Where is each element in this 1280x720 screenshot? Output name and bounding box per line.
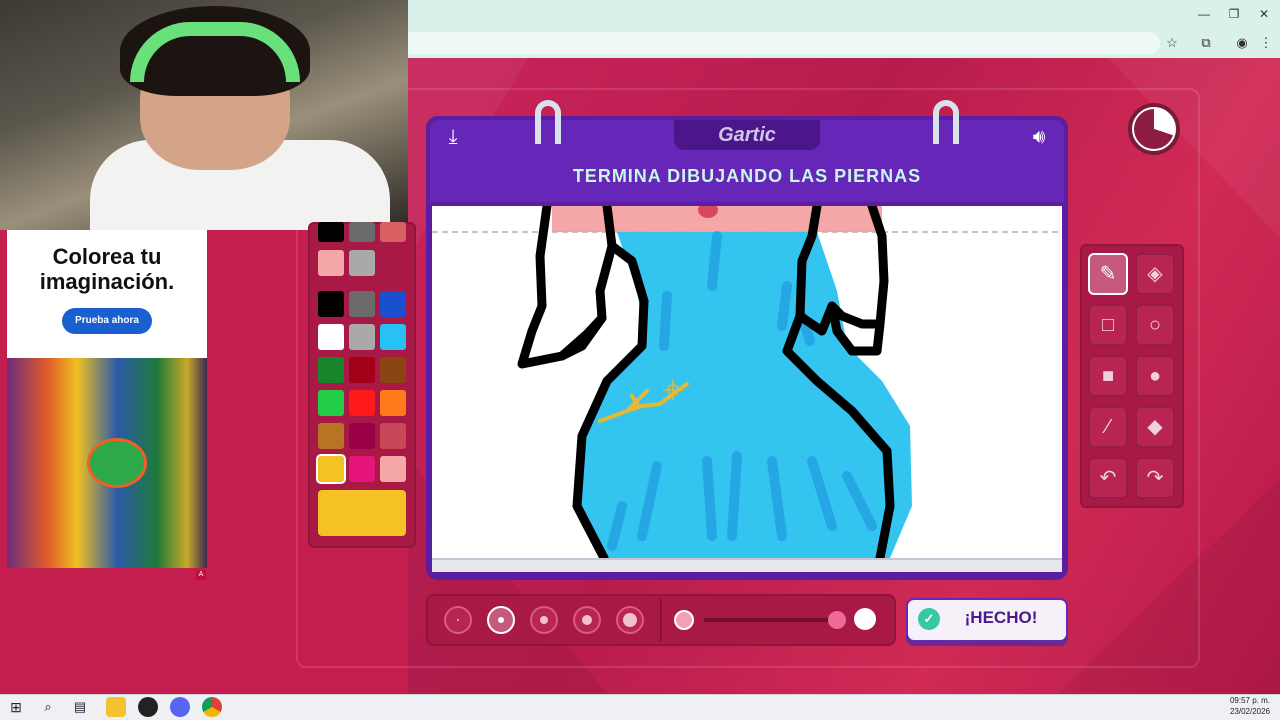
- panel-divider: [660, 598, 662, 642]
- color-swatch[interactable]: [318, 357, 344, 383]
- brush-size-dot: [457, 619, 459, 621]
- rectangle-fill-tool[interactable]: ■: [1088, 355, 1128, 397]
- search-icon[interactable]: ⌕: [38, 697, 58, 717]
- color-swatch[interactable]: [318, 222, 344, 242]
- drawing-strokes: [432, 206, 1062, 558]
- pencil-tool[interactable]: ✎: [1088, 253, 1128, 295]
- gartic-logo: Gartic: [674, 120, 820, 150]
- kebab-menu-icon[interactable]: ⋮: [1256, 34, 1276, 52]
- frog-image: [87, 438, 147, 488]
- browser-tabstrip: [408, 0, 1280, 30]
- timer-progress: [1134, 109, 1174, 149]
- color-swatch[interactable]: [380, 423, 406, 449]
- opacity-slider-handle[interactable]: [828, 611, 846, 629]
- drawing-canvas[interactable]: [432, 206, 1062, 558]
- ad-choices-badge[interactable]: A: [196, 570, 206, 580]
- check-icon: ✓: [918, 608, 940, 630]
- color-swatch[interactable]: [318, 291, 344, 317]
- color-swatch[interactable]: [380, 291, 406, 317]
- color-swatch[interactable]: [349, 456, 375, 482]
- windows-taskbar: [0, 694, 1280, 720]
- ad-cta-button[interactable]: Prueba ahora: [62, 308, 152, 334]
- brush-size-dot: [540, 616, 548, 624]
- color-swatch[interactable]: [316, 454, 346, 484]
- brush-size-dot: [582, 615, 592, 625]
- minimize-button[interactable]: —: [1194, 6, 1214, 22]
- color-swatch[interactable]: [349, 222, 375, 242]
- color-swatch[interactable]: [349, 324, 375, 350]
- brush-size-button[interactable]: [616, 606, 644, 634]
- clock-time: 09:57 p. m.: [1229, 696, 1271, 705]
- fill-bucket-tool[interactable]: ◆: [1135, 406, 1175, 448]
- chrome-icon[interactable]: [202, 697, 222, 717]
- brush-size-button[interactable]: [487, 606, 515, 634]
- brush-size-button[interactable]: [444, 606, 472, 634]
- ad-image[interactable]: [7, 358, 207, 568]
- opacity-slider[interactable]: [704, 618, 840, 622]
- clock-date: 23/02/2026: [1229, 707, 1271, 716]
- ad-banner[interactable]: Colorea tu imaginación. Prueba ahora: [7, 230, 207, 568]
- drawing-task: TERMINA DIBUJANDO LAS PIERNAS: [572, 166, 922, 186]
- color-swatch[interactable]: [349, 390, 375, 416]
- color-swatch[interactable]: [318, 250, 344, 276]
- color-swatch[interactable]: [380, 357, 406, 383]
- task-view-icon[interactable]: ▤: [70, 697, 90, 717]
- redo-tool[interactable]: ↷: [1135, 457, 1175, 499]
- discord-icon[interactable]: [170, 697, 190, 717]
- ellipse-fill-tool[interactable]: ●: [1135, 355, 1175, 397]
- file-explorer-icon[interactable]: [106, 697, 126, 717]
- color-swatch[interactable]: [349, 423, 375, 449]
- volume-icon[interactable]: 🔊︎: [1024, 124, 1054, 150]
- brush-size-button[interactable]: [573, 606, 601, 634]
- address-bar[interactable]: [408, 32, 1160, 54]
- notebook-ring-left: [535, 100, 561, 144]
- restore-button[interactable]: ❐: [1224, 6, 1244, 22]
- webcam-overlay: [0, 0, 408, 230]
- undo-tool[interactable]: ↶: [1088, 457, 1128, 499]
- color-swatch[interactable]: [380, 456, 406, 482]
- color-swatch[interactable]: [349, 250, 375, 276]
- opacity-max-icon: [854, 608, 876, 630]
- color-swatch[interactable]: [380, 222, 406, 242]
- color-swatch[interactable]: [318, 423, 344, 449]
- color-swatch[interactable]: [349, 357, 375, 383]
- done-label: ¡HECHO!: [964, 608, 1038, 627]
- star-icon[interactable]: ☆: [1162, 34, 1182, 52]
- download-icon[interactable]: ⤓: [440, 124, 466, 150]
- brush-size-dot: [498, 617, 504, 623]
- notebook-pages: [432, 558, 1062, 572]
- puzzle-icon[interactable]: ⧉: [1196, 34, 1216, 52]
- profile-icon[interactable]: ◉: [1232, 34, 1252, 52]
- rectangle-outline-tool[interactable]: □: [1088, 304, 1128, 346]
- line-tool[interactable]: ⁄: [1088, 406, 1128, 448]
- notebook-ring-right: [933, 100, 959, 144]
- color-swatch[interactable]: [380, 324, 406, 350]
- brush-size-button[interactable]: [530, 606, 558, 634]
- app-icon[interactable]: [138, 697, 158, 717]
- color-swatch[interactable]: [318, 390, 344, 416]
- close-button[interactable]: ✕: [1254, 6, 1274, 22]
- color-swatch[interactable]: [380, 390, 406, 416]
- ad-title: Colorea tu imaginación.: [39, 244, 175, 294]
- color-swatch[interactable]: [318, 324, 344, 350]
- ellipse-outline-tool[interactable]: ○: [1135, 304, 1175, 346]
- color-swatch[interactable]: [349, 291, 375, 317]
- system-clock[interactable]: 09:57 p. m. 23/02/2026: [1222, 695, 1278, 717]
- current-color: [318, 490, 406, 536]
- eraser-tool[interactable]: ◈: [1135, 253, 1175, 295]
- opacity-min-icon: [674, 610, 694, 630]
- windows-start-icon[interactable]: ⊞: [6, 697, 26, 717]
- brush-size-dot: [623, 613, 637, 627]
